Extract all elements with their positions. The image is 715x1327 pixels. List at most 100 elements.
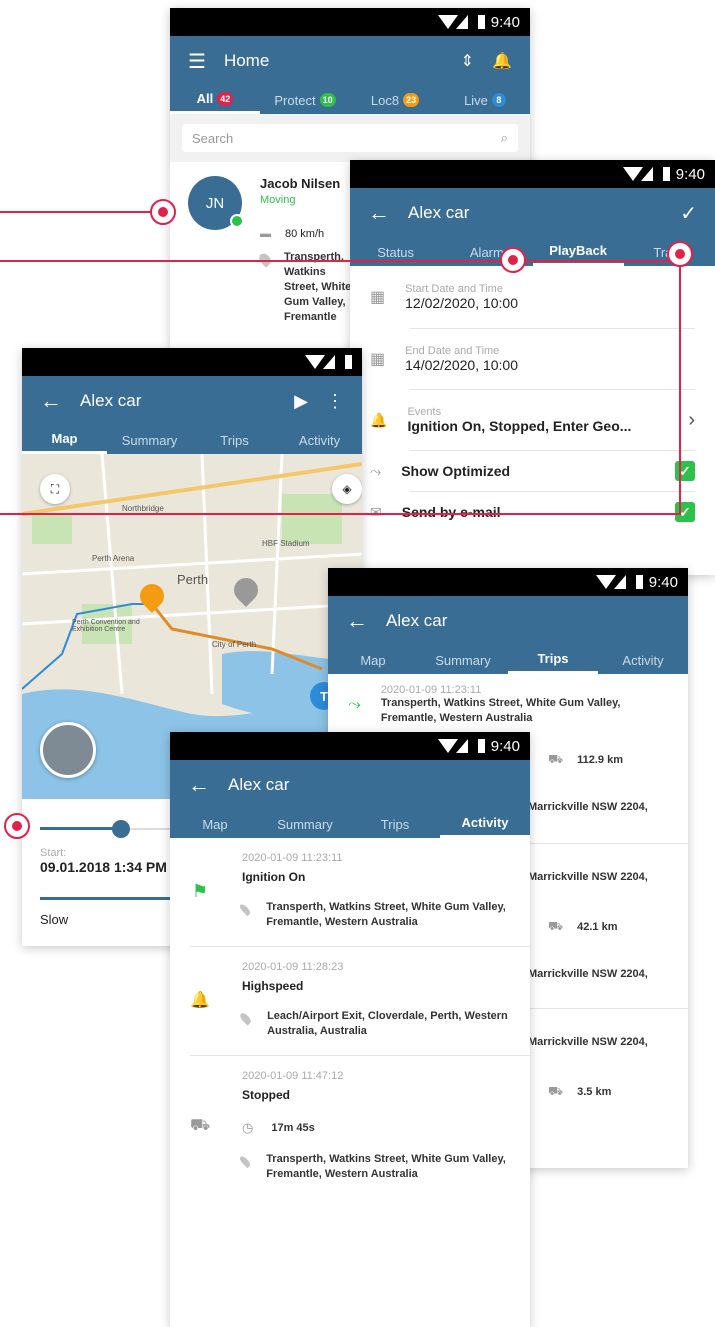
activity-duration-row: ◷ 17m 45s	[242, 1120, 510, 1136]
activity-app-bar: ← Alex car Map Summary Trips Activity	[170, 760, 530, 838]
sort-icon[interactable]: ⇕	[461, 51, 474, 71]
tab-summary[interactable]: Summary	[418, 646, 508, 674]
tab-summary[interactable]: Summary	[107, 426, 192, 454]
tab-all[interactable]: All 42	[170, 86, 260, 114]
playback-form: ▦ Start Date and Time 12/02/2020, 10:00 ▦…	[350, 266, 715, 532]
show-optimized-row[interactable]: ⤳ Show Optimized ✓	[370, 451, 695, 491]
field-value: 12/02/2020, 10:00	[405, 295, 519, 311]
annotation-vertical-line	[679, 265, 681, 515]
back-arrow-icon[interactable]: ←	[40, 390, 62, 412]
activity-item[interactable]: 🔔 2020-01-09 11:28:23 Highspeed Leach/Ai…	[170, 947, 530, 1055]
activity-tabs: Map Summary Trips Activity	[170, 810, 530, 838]
activity-address-row: Transperth, Watkins Street, White Gum Va…	[238, 900, 510, 930]
speed-bar[interactable]	[40, 897, 180, 900]
playback-app-bar: ← Alex car ✓ Status Alarm PlayBack Track	[350, 188, 715, 266]
signal-icon	[622, 167, 657, 181]
tab-activity[interactable]: Activity	[277, 426, 362, 454]
tab-summary[interactable]: Summary	[260, 810, 350, 838]
tab-live[interactable]: Live 8	[440, 86, 530, 114]
activity-address-row: Transperth, Watkins Street, White Gum Va…	[238, 1152, 510, 1182]
trip-distance: 3.5 km	[577, 1085, 612, 1098]
tab-map[interactable]: Map	[170, 810, 260, 838]
status-bar: 9:40	[350, 160, 715, 188]
trip-first[interactable]: ⤳ 2020-01-09 11:23:11 Transperth, Watkin…	[328, 674, 688, 726]
battery-icon	[635, 575, 643, 589]
annotation-dot-avatar	[150, 199, 176, 225]
signal-icon	[437, 739, 472, 753]
battery-icon	[662, 167, 670, 181]
show-optimized-checkbox[interactable]: ✓	[675, 461, 695, 481]
tab-trips[interactable]: Trips	[192, 426, 277, 454]
annotation-dot-alarm	[500, 247, 526, 273]
annotation-line-tabs	[0, 260, 680, 262]
bell-icon: 🔔	[190, 992, 210, 1009]
status-time: 9:40	[490, 737, 520, 755]
tab-activity[interactable]: Activity	[440, 810, 530, 838]
clock-icon: ◷	[242, 1120, 254, 1135]
map-label-city: City of Perth	[212, 640, 257, 649]
tab-badge: 8	[491, 93, 506, 107]
contact-speed: 80 km/h	[285, 228, 325, 240]
signal-icon	[595, 575, 630, 589]
back-arrow-icon[interactable]: ←	[346, 610, 368, 632]
trip-origin: Marrickville NSW 2204,	[528, 1036, 648, 1048]
tab-activity[interactable]: Activity	[598, 646, 688, 674]
activity-item[interactable]: ⚑ 2020-01-09 11:23:11 Ignition On Transp…	[170, 838, 530, 946]
activity-screen: 9:40 ← Alex car Map Summary Trips Activi…	[170, 732, 530, 1327]
check-icon[interactable]: ✓	[680, 201, 697, 226]
tab-map[interactable]: Map	[22, 426, 107, 454]
tab-protect[interactable]: Protect 10	[260, 86, 350, 114]
layers-icon[interactable]: ◈	[332, 474, 362, 504]
play-icon[interactable]: ▶	[294, 391, 308, 412]
more-icon[interactable]: ⋮	[326, 391, 344, 412]
search-input[interactable]: Search	[192, 131, 501, 146]
map-tabs: Map Summary Trips Activity	[22, 426, 362, 454]
road-icon: ⛟	[548, 752, 564, 766]
fullscreen-icon[interactable]: ⛶	[40, 474, 70, 504]
activity-timestamp: 2020-01-09 11:47:12	[242, 1070, 344, 1082]
end-date-field[interactable]: ▦ End Date and Time 14/02/2020, 10:00	[370, 329, 695, 389]
back-arrow-icon[interactable]: ←	[188, 774, 210, 796]
start-date-field[interactable]: ▦ Start Date and Time 12/02/2020, 10:00	[370, 266, 695, 328]
tab-trips[interactable]: Trips	[350, 810, 440, 838]
map-label-perth: Perth	[177, 572, 209, 587]
chevron-right-icon[interactable]: ›	[688, 409, 695, 432]
activity-item[interactable]: ⛟ 2020-01-09 11:47:12 Stopped ◷ 17m 45s …	[170, 1056, 530, 1198]
calendar-icon: ▦	[370, 289, 386, 306]
signal-icon	[305, 355, 339, 369]
screen-title: Alex car	[228, 775, 290, 794]
street-view-thumbnail[interactable]	[40, 722, 96, 778]
bell-icon[interactable]: 🔔	[492, 51, 512, 71]
send-email-checkbox[interactable]: ✓	[675, 502, 695, 522]
menu-icon[interactable]: ☰	[188, 49, 206, 74]
slider-thumb[interactable]	[112, 820, 130, 838]
activity-event: Stopped	[242, 1088, 290, 1102]
status-bar: 9:40	[328, 568, 688, 596]
activity-list: ⚑ 2020-01-09 11:23:11 Ignition On Transp…	[170, 838, 530, 1198]
back-arrow-icon[interactable]: ←	[368, 202, 390, 224]
tab-trips[interactable]: Trips	[508, 646, 598, 674]
avatar: JN	[188, 176, 244, 230]
trip-destination: Marrickville NSW 2204,	[528, 968, 648, 980]
tab-map[interactable]: Map	[328, 646, 418, 674]
trip-address: Transperth, Watkins Street, White Gum Va…	[380, 697, 621, 724]
status-time: 9:40	[675, 165, 705, 183]
tab-loc8[interactable]: Loc8 23	[350, 86, 440, 114]
page-title: Home	[223, 51, 270, 70]
map-label-northbridge: Northbridge	[122, 504, 164, 513]
activity-address: Transperth, Watkins Street, White Gum Va…	[266, 1153, 506, 1180]
annotation-dot-track	[667, 241, 693, 267]
search-icon[interactable]: ⌕	[501, 130, 508, 146]
trip-distance-row: ⛟ 42.1 km	[548, 919, 688, 935]
activity-timestamp: 2020-01-09 11:23:11	[242, 852, 343, 864]
trips-tabs: Map Summary Trips Activity	[328, 646, 688, 674]
screen-title: Alex car	[80, 391, 142, 410]
slider-fill	[40, 827, 120, 830]
location-pin-icon	[238, 1011, 253, 1026]
send-email-row[interactable]: ✉ Send by e-mail ✓	[370, 492, 695, 532]
screen-title: Alex car	[408, 203, 470, 222]
activity-timestamp: 2020-01-09 11:28:23	[242, 961, 344, 973]
events-field[interactable]: 🔔 Events Ignition On, Stopped, Enter Geo.…	[370, 390, 695, 450]
search-box[interactable]: Search ⌕	[182, 124, 518, 152]
battery-icon	[345, 355, 352, 369]
